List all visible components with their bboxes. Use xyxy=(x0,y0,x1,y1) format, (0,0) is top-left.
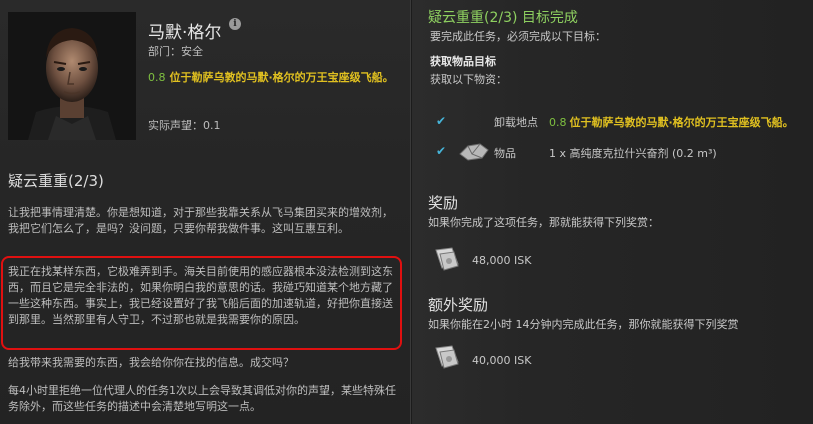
bonus-amount: 40,000 ISK xyxy=(472,354,532,367)
agent-name: 马默·格尔 xyxy=(148,23,222,43)
dropoff-location[interactable]: 0.8 位于勒萨乌敦的马默·格尔的万王宝座级飞船。 xyxy=(549,114,794,130)
location-link[interactable]: 位于勒萨乌敦的马默·格尔的万王宝座级飞船。 xyxy=(170,71,394,84)
isk-bills-icon[interactable] xyxy=(434,246,462,272)
checkmark-icon: ✔ xyxy=(436,144,447,158)
reward-amount: 48,000 ISK xyxy=(472,254,532,267)
objectives-title: 疑云重重(2/3) 目标完成 xyxy=(428,10,578,26)
item-value[interactable]: 1 x 高纯度克拉什兴奋剂 (0.2 m³) xyxy=(549,145,717,161)
mission-paragraph: 给我带来我需要的东西，我会给你你在找的信息。成交吗？ xyxy=(8,356,294,369)
rewards-title: 奖励 xyxy=(428,194,459,212)
agent-standing: 实际声望：0.1 xyxy=(148,119,221,132)
ship-cargo-icon[interactable] xyxy=(458,140,490,162)
rewards-desc: 如果你完成了这项任务，那就能获得下列奖赏： xyxy=(428,216,659,229)
security-status: 0.8 xyxy=(549,116,567,129)
objective-section-title: 获取物品目标 xyxy=(430,55,496,68)
highlight-box xyxy=(1,256,402,350)
agent-portrait[interactable] xyxy=(8,12,136,140)
bonus-desc: 如果你能在2小时 14分钟内完成此任务，那你就能获得下列奖赏 xyxy=(428,318,739,331)
item-label: 物品 xyxy=(494,147,516,160)
objective-section-sub: 获取以下物资： xyxy=(430,73,507,86)
dropoff-label: 卸载地点 xyxy=(494,116,538,129)
agent-department: 部门：安全 xyxy=(148,45,203,58)
mission-paragraph: 让我把事情理清楚。你是想知道，对于那些我靠关系从飞马集团买来的增效剂，我把它们怎… xyxy=(8,206,393,235)
agent-location[interactable]: 0.8 位于勒萨乌敦的马默·格尔的万王宝座级飞船。 xyxy=(148,70,410,86)
location-link[interactable]: 位于勒萨乌敦的马默·格尔的万王宝座级飞船。 xyxy=(570,116,794,129)
mission-paragraph: 每4小时里拒绝一位代理人的任务1次以上会导致其调低对你的声望，某些特殊任务除外，… xyxy=(8,384,396,413)
isk-bills-icon[interactable] xyxy=(434,344,462,370)
bonus-title: 额外奖励 xyxy=(428,296,489,314)
objectives-subtitle: 要完成此任务，必须完成以下目标： xyxy=(430,30,606,43)
mission-title: 疑云重重(2/3) xyxy=(8,172,104,190)
security-status: 0.8 xyxy=(148,71,166,84)
info-icon[interactable]: i xyxy=(229,18,241,30)
checkmark-icon: ✔ xyxy=(436,114,447,128)
